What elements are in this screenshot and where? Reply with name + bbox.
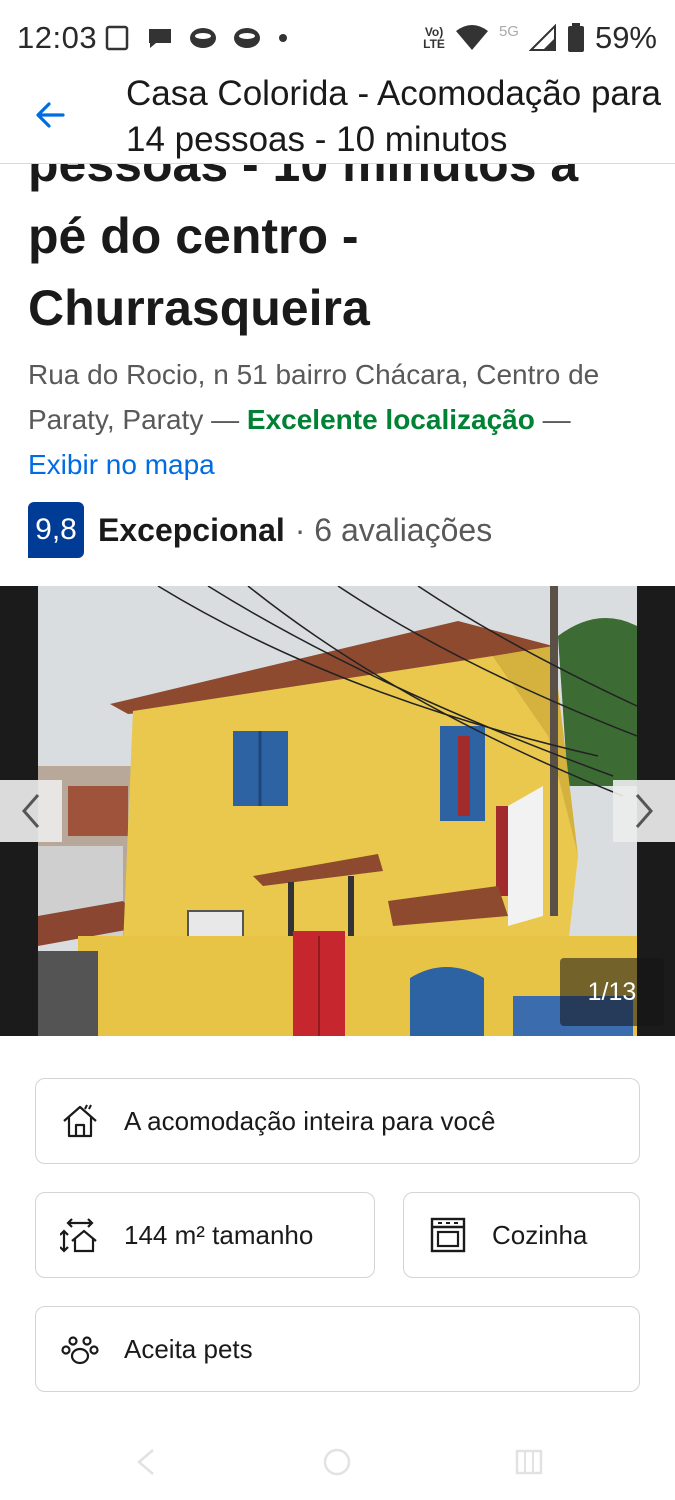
facility-label: A acomodação inteira para você [124, 1105, 496, 1136]
address-dash-2: — [534, 404, 571, 435]
back-arrow-icon[interactable] [30, 95, 70, 135]
size-icon [60, 1218, 97, 1253]
facility-entire-place[interactable]: A acomodação inteira para você [35, 1078, 640, 1164]
house-photo-illustration [38, 586, 637, 1036]
volte-label: Vo) LTE [423, 25, 445, 51]
facility-kitchen[interactable]: Cozinha [403, 1192, 640, 1278]
kitchen-icon [430, 1217, 466, 1253]
facility-size[interactable]: 144 m² tamanho [35, 1192, 375, 1278]
nav-back-icon[interactable] [133, 1447, 159, 1477]
battery-percent: 59% [594, 20, 657, 55]
facility-label: Aceita pets [124, 1333, 253, 1364]
house-icon [63, 1104, 97, 1138]
chat-icon [149, 29, 171, 48]
nav-recents-icon[interactable] [513, 1447, 545, 1477]
app-icon-2 [234, 28, 260, 48]
chevron-left-icon [22, 794, 40, 828]
battery-icon [567, 23, 584, 52]
paw-icon [61, 1336, 99, 1365]
review-summary[interactable]: 9,8 Excepcional · 6 avaliações [28, 502, 492, 558]
review-score-badge: 9,8 [28, 502, 84, 558]
wifi-icon [455, 25, 488, 50]
system-nav-bar [0, 1425, 675, 1500]
facility-pets[interactable]: Aceita pets [35, 1306, 640, 1392]
facility-label: Cozinha [492, 1219, 588, 1250]
address-dash: — [203, 404, 247, 435]
status-right: Vo) LTE 5G 59% [423, 20, 657, 56]
nav-home-icon[interactable] [322, 1447, 352, 1477]
dot-icon [279, 34, 287, 42]
photo-gallery[interactable]: 1/13 [0, 586, 675, 1036]
chevron-right-icon [635, 794, 653, 828]
show-on-map-link[interactable]: Exibir no mapa [28, 449, 215, 480]
location-highlight: Excelente localização [246, 404, 535, 435]
status-time: 12:03 [17, 20, 98, 55]
signal-type: 5G [498, 22, 519, 40]
title-line-3: Churrasqueira [28, 280, 370, 336]
app-icon-1 [190, 28, 216, 48]
photo-counter: 1/13 [560, 958, 664, 1026]
property-address-block: Rua do Rocio, n 51 bairro Chácara, Centr… [28, 352, 653, 487]
property-photo[interactable] [38, 586, 637, 1036]
screenshot-icon [105, 25, 129, 51]
signal-icon [528, 24, 556, 51]
next-photo-button[interactable] [613, 780, 675, 842]
app-bar: Casa Colorida - Acomodação para 14 pesso… [0, 65, 675, 164]
review-count: · 6 avaliações [294, 511, 493, 548]
notification-icons [104, 24, 290, 52]
facility-label: 144 m² tamanho [124, 1219, 314, 1250]
app-bar-title: Casa Colorida - Acomodação para 14 pesso… [126, 74, 662, 159]
title-line-2: pé do centro - [28, 208, 359, 264]
review-score-word: Excepcional [98, 511, 285, 548]
previous-photo-button[interactable] [0, 780, 62, 842]
